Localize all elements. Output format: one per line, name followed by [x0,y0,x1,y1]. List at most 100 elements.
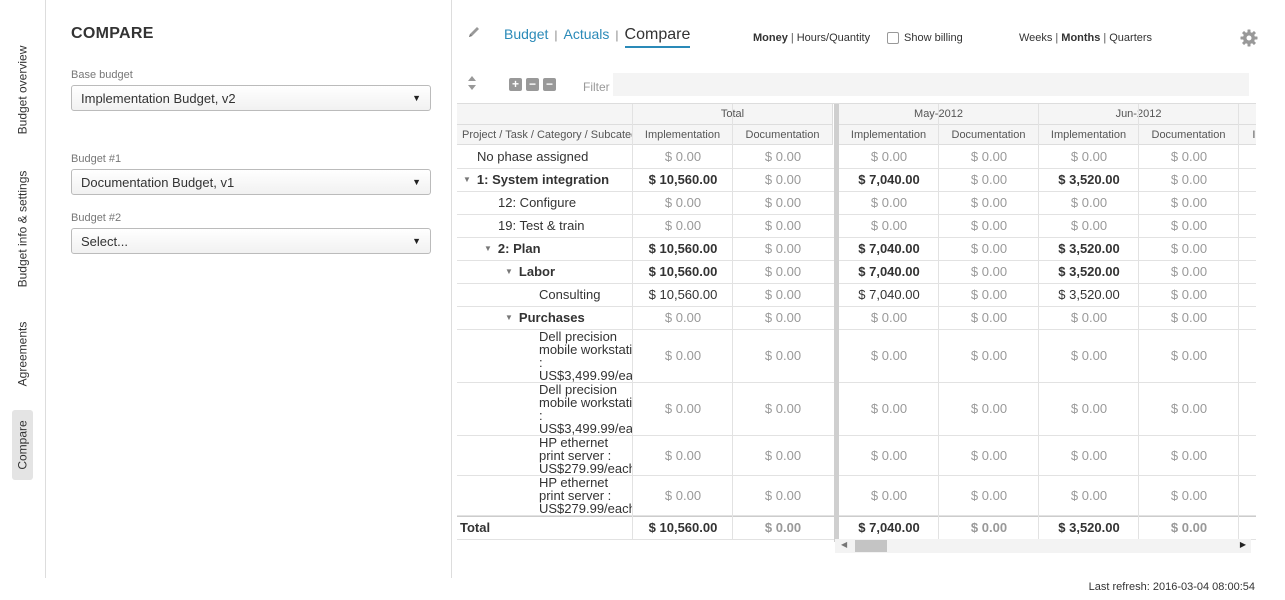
collapse-all-button[interactable]: − [543,78,556,91]
group-header-1: May-2012 [839,104,1039,125]
value-cell: $ 0.00 [664,218,702,233]
value-cell: $ 0.00 [870,401,908,416]
value-cell: $ 0.00 [1170,264,1208,279]
scroll-right-icon[interactable]: ▶ [1240,540,1246,549]
row-label[interactable]: ▼ 1: System integration [463,168,633,191]
tab-compare[interactable]: Compare [12,410,33,480]
value-cell: $ 3,520.00 [1058,287,1120,302]
value-cell: $ 0.00 [870,447,908,463]
column-header[interactable]: Implementation [1039,125,1139,145]
period-weeks[interactable]: Weeks [1019,32,1052,44]
tab-separator: | [615,28,619,42]
tab-actuals[interactable]: Actuals [564,26,610,42]
value-cell: $ 0.00 [1170,195,1208,210]
total-value-cell: $ 0.00 [764,520,802,535]
value-cell: $ 0.00 [1070,401,1108,416]
column-header[interactable]: Documentation [733,125,833,145]
value-cell: $ 0.00 [1070,195,1108,210]
value-cell: $ 0.00 [970,241,1008,256]
base-budget-select[interactable]: Implementation Budget, v2 ▼ [71,85,431,111]
value-cell: $ 0.00 [764,287,802,302]
total-value-cell: $ 7,040.00 [858,520,920,535]
main-area: Budget | Actuals | Compare Money | Hours… [452,0,1285,600]
row-label[interactable]: ▼ Labor [505,260,633,283]
row-label-text: 1: System integration [476,172,610,187]
row-label[interactable]: Dell precision mobile workstation : US$3… [539,382,633,435]
tab-agreements[interactable]: Agreements [12,314,33,394]
sort-icon[interactable] [466,75,478,91]
row-label[interactable]: 12: Configure [498,191,633,214]
budget-compare-grid: Total May-2012Jun-2012 Project / Task / Ca… [457,103,1256,553]
tab-budget-overview[interactable]: Budget overview [12,38,33,142]
collapse-button[interactable]: − [526,78,539,91]
column-header[interactable]: Implementation [633,125,733,145]
value-cell: $ 0.00 [1170,287,1208,302]
row-label[interactable]: Consulting [539,283,633,306]
last-refresh: Last refresh: 2016-03-04 08:00:54 [1088,581,1255,593]
filter-label: Filter [583,80,610,94]
row-label-text: HP ethernet print server : US$279.99/eac… [539,475,633,515]
chevron-down-icon: ▼ [412,236,421,246]
compare-panel: COMPARE Base budget Implementation Budge… [46,0,452,578]
row-label[interactable]: 19: Test & train [498,214,633,237]
row-label[interactable]: No phase assigned [477,145,633,168]
value-cell: $ 0.00 [1070,348,1108,363]
horizontal-scrollbar[interactable]: ◀ ▶ [835,539,1251,553]
expand-all-button[interactable]: + [509,78,522,91]
expand-caret-icon[interactable]: ▼ [484,244,492,253]
pencil-icon[interactable] [466,24,482,40]
total-value-cell: $ 0.00 [1170,520,1208,535]
expand-caret-icon[interactable]: ▼ [505,313,513,322]
tab-budget-info-settings[interactable]: Budget info & settings [12,162,33,296]
filter-input[interactable] [613,73,1249,96]
column-header[interactable]: Implementation [839,125,939,145]
period-toggle: Weeks | Months | Quarters [1019,32,1152,44]
value-cell: $ 10,560.00 [648,264,718,279]
scrollbar-thumb[interactable] [855,540,887,552]
value-cell: $ 0.00 [870,487,908,503]
value-cell: $ 0.00 [1170,487,1208,503]
value-cell: $ 0.00 [764,172,802,187]
base-budget-value: Implementation Budget, v2 [81,90,236,106]
gear-icon[interactable] [1240,29,1258,47]
tab-compare-label: Compare [15,420,30,470]
measure-separator: | [790,32,794,44]
frozen-column-splitter[interactable] [834,104,839,542]
value-cell: $ 0.00 [664,195,702,210]
row-label-text: Dell precision mobile workstation : US$3… [539,382,633,435]
row-label[interactable]: Dell precision mobile workstation : US$3… [539,329,633,382]
show-billing-toggle[interactable]: Show billing [887,32,963,44]
row-label[interactable]: ▼ 2: Plan [484,237,633,260]
budget2-select[interactable]: Select... ▼ [71,228,431,254]
column-header[interactable]: Im [1239,125,1256,145]
chevron-down-icon: ▼ [412,177,421,187]
expand-caret-icon[interactable]: ▼ [463,175,471,184]
value-cell: $ 0.00 [664,487,702,503]
value-cell: $ 0.00 [970,447,1008,463]
period-months[interactable]: Months [1061,32,1100,44]
period-quarters[interactable]: Quarters [1109,32,1152,44]
column-header[interactable]: Documentation [939,125,1039,145]
total-label: Total [460,520,491,535]
scroll-left-icon[interactable]: ◀ [841,540,847,549]
measure-money[interactable]: Money [753,32,788,44]
measure-hours[interactable]: Hours/Quantity [797,32,870,44]
value-cell: $ 0.00 [764,218,802,233]
budget1-select[interactable]: Documentation Budget, v1 ▼ [71,169,431,195]
total-value-cell: $ 10,560.00 [648,520,718,535]
expand-caret-icon[interactable]: ▼ [505,267,513,276]
value-cell: $ 0.00 [970,149,1008,164]
total-value-cell: $ 0.00 [970,520,1008,535]
value-cell: $ 0.00 [764,348,802,363]
value-cell: $ 10,560.00 [648,241,718,256]
show-billing-checkbox[interactable] [887,32,899,44]
tab-budget[interactable]: Budget [504,26,548,42]
row-label[interactable]: ▼ Purchases [505,306,633,329]
group-header-2: Jun-2012 [1039,104,1239,125]
row-label[interactable]: HP ethernet print server : US$279.99/eac… [539,435,633,475]
column-header[interactable]: Documentation [1139,125,1239,145]
tab-compare-view[interactable]: Compare [624,26,691,48]
row-label[interactable]: HP ethernet print server : US$279.99/eac… [539,475,633,515]
value-cell: $ 3,520.00 [1058,264,1120,279]
group-header-0: Total [633,104,833,125]
